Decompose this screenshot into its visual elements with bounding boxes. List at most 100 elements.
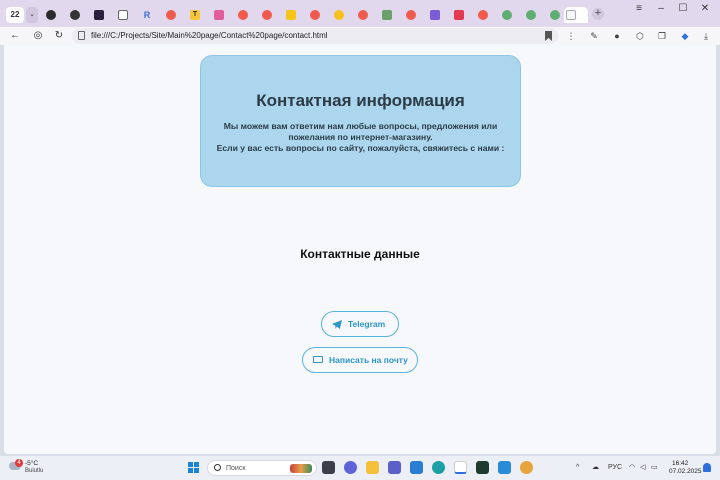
tab-list-chevron-icon[interactable]: ⌄ xyxy=(26,7,38,23)
page-viewport: Контактная информация Мы можем вам ответ… xyxy=(4,45,716,454)
volume-icon[interactable]: ◁ xyxy=(640,462,645,474)
telegram-button[interactable]: Telegram xyxy=(321,311,399,337)
tab[interactable]: T xyxy=(188,7,210,23)
tab[interactable] xyxy=(116,7,138,23)
back-icon[interactable]: ← xyxy=(8,29,22,43)
tab[interactable] xyxy=(212,7,234,23)
teams-icon[interactable] xyxy=(388,461,401,474)
extension-icon[interactable]: ✎ xyxy=(588,30,600,42)
info-paragraph: Мы можем вам ответим нам любые вопросы, … xyxy=(210,121,511,154)
tab-favicon-icon xyxy=(478,10,488,20)
clock-date[interactable]: 07.02.2025 xyxy=(669,468,702,475)
search-icon xyxy=(214,464,221,471)
url-text[interactable]: file:///C:/Projects/Site/Main%20page/Con… xyxy=(91,30,328,42)
tab[interactable] xyxy=(404,7,426,23)
more-icon[interactable]: ⋮ xyxy=(565,30,577,42)
tab[interactable] xyxy=(500,7,522,23)
tab[interactable] xyxy=(332,7,354,23)
tab[interactable] xyxy=(524,7,546,23)
tab[interactable] xyxy=(260,7,282,23)
tab-favicon-icon xyxy=(94,10,104,20)
site-info-icon[interactable]: ◎ xyxy=(31,29,45,43)
tab[interactable] xyxy=(380,7,402,23)
tab-favicon-icon xyxy=(238,10,248,20)
wifi-icon[interactable]: ◠ xyxy=(629,462,635,474)
windows-start-icon[interactable] xyxy=(188,462,200,474)
tab-active[interactable] xyxy=(564,7,588,23)
tab[interactable] xyxy=(236,7,258,23)
taskbar-search[interactable]: Поиск xyxy=(207,460,317,476)
pycharm-icon[interactable] xyxy=(476,461,489,474)
new-tab-button[interactable]: + xyxy=(592,8,604,20)
tab[interactable] xyxy=(476,7,498,23)
close-window-icon[interactable]: ✕ xyxy=(694,3,716,14)
tab-favicon-icon xyxy=(526,10,536,20)
tab[interactable] xyxy=(356,7,378,23)
tab[interactable]: R xyxy=(140,7,162,23)
document-icon xyxy=(118,10,128,20)
page-icon xyxy=(78,31,85,40)
tab-favicon-icon xyxy=(166,10,176,20)
notification-badge: 4 xyxy=(15,459,23,467)
app-icon[interactable] xyxy=(520,461,533,474)
navigation-bar: ← ◎ ↻ file:///C:/Projects/Site/Main%20pa… xyxy=(0,27,720,45)
email-button[interactable]: Написать на почту xyxy=(302,347,418,373)
tab[interactable] xyxy=(44,7,66,23)
edge-icon[interactable] xyxy=(432,461,445,474)
tab-favicon-icon xyxy=(406,10,416,20)
extension-icon[interactable]: ◆ xyxy=(679,30,691,42)
tab-count-button[interactable]: 22 xyxy=(6,7,24,23)
weather-temperature[interactable]: -5°C xyxy=(25,460,38,467)
download-icon[interactable]: ⤓ xyxy=(700,30,712,42)
tab[interactable] xyxy=(68,7,90,23)
mail-icon xyxy=(313,356,323,363)
weather-condition[interactable]: Bulutlu xyxy=(25,468,43,474)
menu-icon[interactable]: ≡ xyxy=(628,3,650,14)
chat-icon[interactable] xyxy=(344,461,357,474)
yandex-browser-icon[interactable] xyxy=(454,461,467,474)
address-bar[interactable]: file:///C:/Projects/Site/Main%20page/Con… xyxy=(72,28,558,44)
file-explorer-icon[interactable] xyxy=(366,461,379,474)
minimize-icon[interactable]: – xyxy=(650,3,672,14)
tab[interactable] xyxy=(452,7,474,23)
vscode-icon[interactable] xyxy=(498,461,511,474)
chevron-up-icon[interactable]: ^ xyxy=(576,462,579,474)
tab-favicon-icon xyxy=(430,10,440,20)
tab-favicon-icon xyxy=(46,10,56,20)
tab-favicon-icon xyxy=(310,10,320,20)
copy-icon[interactable]: ❐ xyxy=(656,30,668,42)
tab[interactable] xyxy=(164,7,186,23)
tab-favicon-icon xyxy=(286,10,296,20)
extension-icon[interactable]: ● xyxy=(611,30,623,42)
bookmark-icon[interactable] xyxy=(545,31,552,41)
info-line: Если у вас есть вопросы по сайту, пожалу… xyxy=(216,143,505,153)
contacts-heading: Контактные данные xyxy=(300,247,420,261)
tab-favicon-icon xyxy=(454,10,464,20)
tab-favicon-icon xyxy=(214,10,224,20)
page-title: Контактная информация xyxy=(256,91,465,110)
tab-strip: 22 ⌄ R T + ≡ – ☐ ✕ xyxy=(0,0,720,27)
telegram-icon xyxy=(332,320,342,329)
tab-favicon-icon xyxy=(262,10,272,20)
language-indicator[interactable]: РУС xyxy=(608,462,622,474)
tab-favicon-icon xyxy=(382,10,392,20)
search-placeholder: Поиск xyxy=(226,465,246,472)
store-icon[interactable] xyxy=(410,461,423,474)
tab-favicon-icon xyxy=(358,10,368,20)
tab[interactable] xyxy=(92,7,114,23)
cloud-tray-icon[interactable]: ☁ xyxy=(592,462,599,474)
task-view-icon[interactable] xyxy=(322,461,335,474)
tab-favicon-icon xyxy=(550,10,560,20)
search-highlight-image xyxy=(290,464,312,473)
tab[interactable] xyxy=(428,7,450,23)
tab[interactable] xyxy=(284,7,306,23)
battery-icon[interactable]: ▭ xyxy=(651,462,658,474)
tab[interactable] xyxy=(308,7,330,23)
document-icon xyxy=(566,10,576,20)
maximize-icon[interactable]: ☐ xyxy=(672,3,694,14)
clock-time[interactable]: 16:42 xyxy=(672,460,688,467)
extension-icon[interactable]: ⬡ xyxy=(634,30,646,42)
tab-favicon-icon xyxy=(70,10,80,20)
notification-bell-icon[interactable] xyxy=(703,463,711,472)
reload-icon[interactable]: ↻ xyxy=(52,29,66,43)
